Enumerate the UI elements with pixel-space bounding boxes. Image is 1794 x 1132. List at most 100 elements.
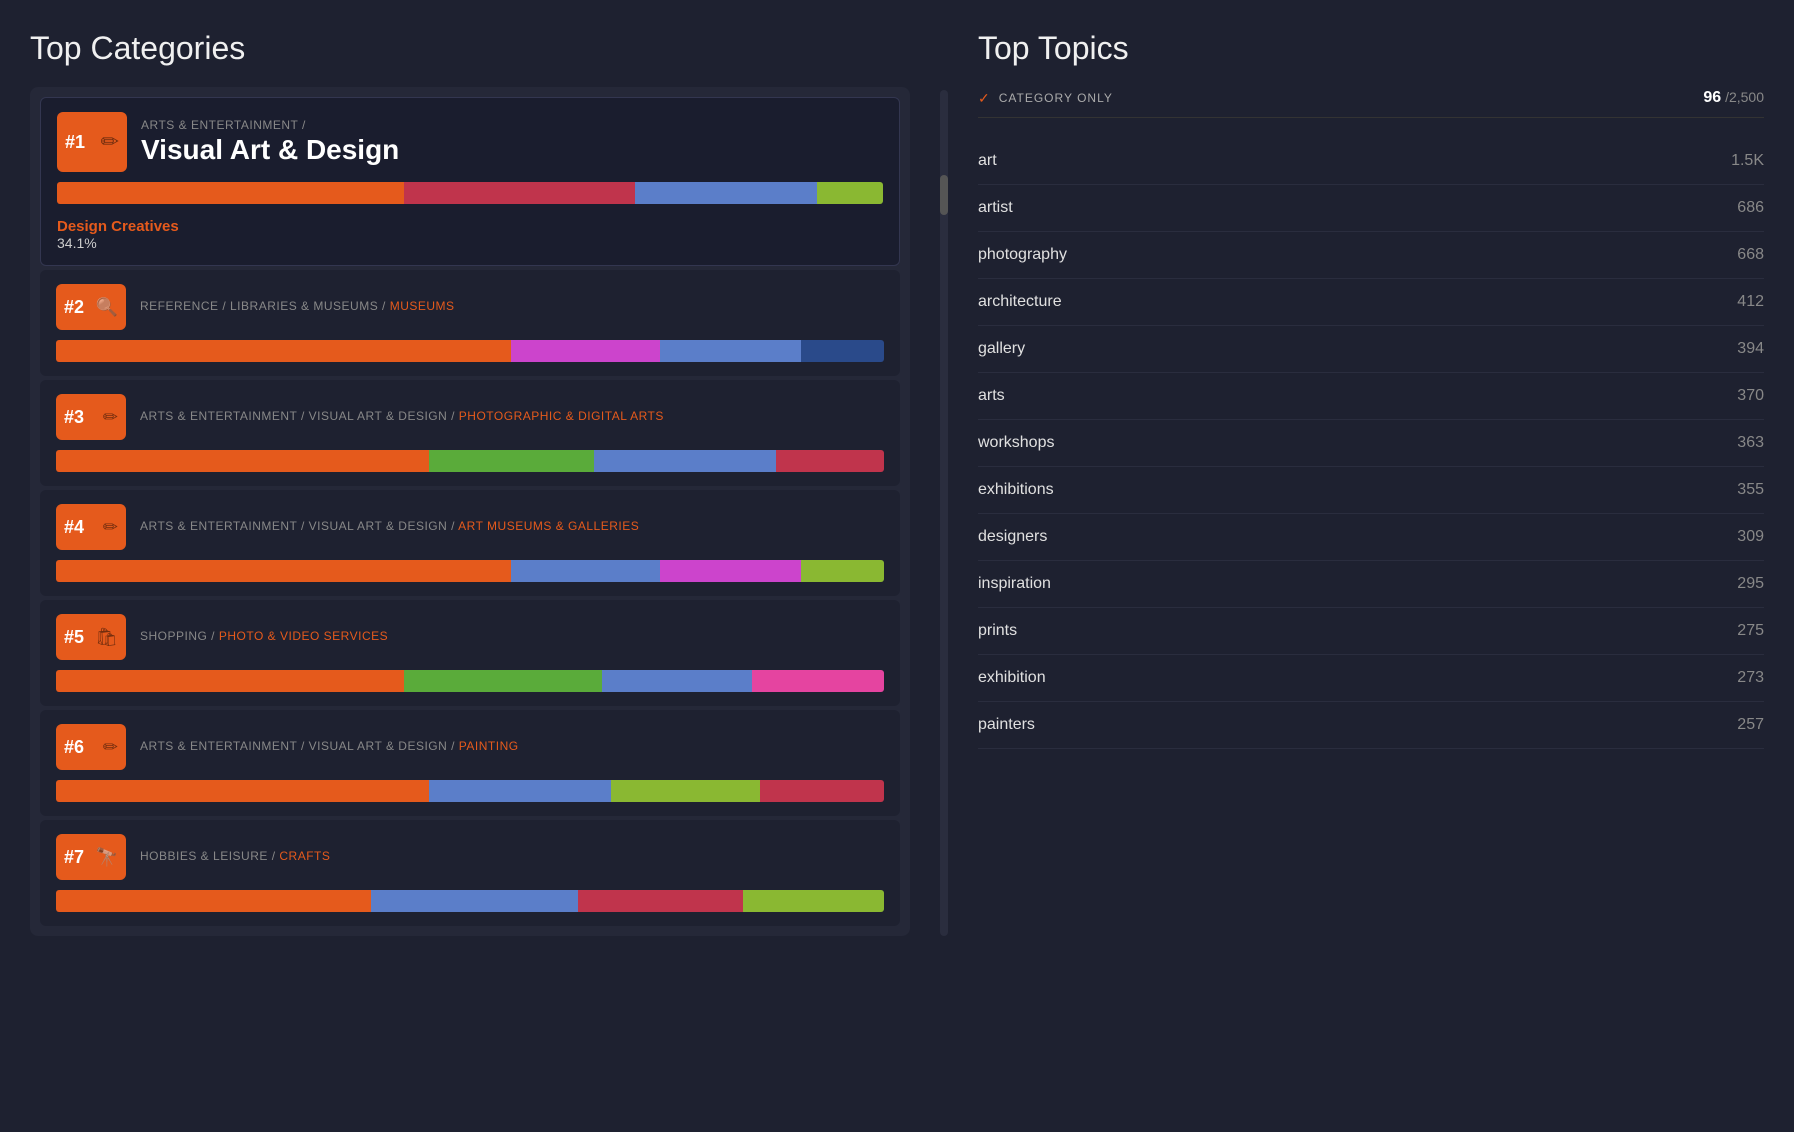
category-name: Visual Art & Design <box>141 134 883 166</box>
bar-container <box>56 780 884 802</box>
topic-count: 394 <box>1737 340 1764 358</box>
checkmark-icon: ✓ <box>978 90 991 107</box>
category-item[interactable]: #7 🔭 HOBBIES & LEISURE / Crafts <box>40 820 900 926</box>
topics-header: Top Topics ✓ CATEGORY ONLY 96 /2,500 <box>978 30 1764 118</box>
bar-segment <box>801 560 884 582</box>
left-panel: Top Categories #1 ✏ ARTS & ENTERTAINMENT… <box>30 30 910 936</box>
bar-segment <box>817 182 883 204</box>
count-display: 96 /2,500 <box>1703 89 1764 107</box>
topic-row[interactable]: designers 309 <box>978 514 1764 561</box>
topic-row[interactable]: architecture 412 <box>978 279 1764 326</box>
bar-container <box>56 670 884 692</box>
category-info: ARTS & ENTERTAINMENT / VISUAL ART & DESI… <box>140 409 884 425</box>
rank-icon: ✏ <box>103 407 118 428</box>
category-info: REFERENCE / LIBRARIES & MUSEUMS / Museum… <box>140 299 884 315</box>
bar-segment <box>611 780 760 802</box>
category-only-row[interactable]: ✓ CATEGORY ONLY 96 /2,500 <box>978 79 1764 118</box>
topic-count: 370 <box>1737 387 1764 405</box>
category-highlight: Photo & Video Services <box>219 629 388 643</box>
rank-icon: 🛍 <box>95 627 118 648</box>
rank-number: #1 <box>65 132 85 153</box>
topic-name: photography <box>978 246 1067 264</box>
segment-label: Design Creatives <box>57 218 883 235</box>
rank-number: #5 <box>64 627 84 648</box>
rank-badge: #2 🔍 <box>56 284 126 330</box>
category-highlight: Painting <box>459 739 519 753</box>
rank-badge: #7 🔭 <box>56 834 126 880</box>
category-item[interactable]: #5 🛍 SHOPPING / Photo & Video Services <box>40 600 900 706</box>
topic-row[interactable]: inspiration 295 <box>978 561 1764 608</box>
category-info: ARTS & ENTERTAINMENT / VISUAL ART & DESI… <box>140 739 884 755</box>
rank-badge: #6 ✏ <box>56 724 126 770</box>
topic-row[interactable]: exhibitions 355 <box>978 467 1764 514</box>
category-path: HOBBIES & LEISURE / Crafts <box>140 849 884 863</box>
bar-segment <box>404 182 635 204</box>
topic-row[interactable]: prints 275 <box>978 608 1764 655</box>
topic-count: 412 <box>1737 293 1764 311</box>
topic-count: 668 <box>1737 246 1764 264</box>
topic-row[interactable]: gallery 394 <box>978 326 1764 373</box>
category-item[interactable]: #6 ✏ ARTS & ENTERTAINMENT / VISUAL ART &… <box>40 710 900 816</box>
topic-name: designers <box>978 528 1047 546</box>
bar-segment <box>371 890 578 912</box>
topic-row[interactable]: painters 257 <box>978 702 1764 749</box>
category-header: #6 ✏ ARTS & ENTERTAINMENT / VISUAL ART &… <box>56 724 884 770</box>
category-item[interactable]: #3 ✏ ARTS & ENTERTAINMENT / VISUAL ART &… <box>40 380 900 486</box>
topic-name: prints <box>978 622 1017 640</box>
rank-badge: #5 🛍 <box>56 614 126 660</box>
topic-count: 309 <box>1737 528 1764 546</box>
topic-count: 355 <box>1737 481 1764 499</box>
bar-segment <box>404 670 603 692</box>
bar-segment <box>56 560 511 582</box>
bar-segment <box>660 560 801 582</box>
bar-container <box>56 450 884 472</box>
scrollbar-track[interactable] <box>940 90 948 936</box>
rank-icon: 🔍 <box>96 297 118 318</box>
category-path: ARTS & ENTERTAINMENT / VISUAL ART & DESI… <box>140 519 884 533</box>
rank-badge: #1 ✏ <box>57 112 127 172</box>
rank-icon: 🔭 <box>96 847 118 868</box>
topic-row[interactable]: artist 686 <box>978 185 1764 232</box>
topic-name: gallery <box>978 340 1025 358</box>
segment-details: Design Creatives 34.1% <box>57 218 883 251</box>
category-header: #7 🔭 HOBBIES & LEISURE / Crafts <box>56 834 884 880</box>
topics-list: art 1.5K artist 686 photography 668 arch… <box>978 138 1764 749</box>
bar-segment <box>801 340 884 362</box>
right-panel-title: Top Topics <box>978 30 1764 67</box>
bar-segment <box>760 780 884 802</box>
topic-name: workshops <box>978 434 1054 452</box>
category-header: #4 ✏ ARTS & ENTERTAINMENT / VISUAL ART &… <box>56 504 884 550</box>
category-highlight: Photographic & Digital Arts <box>459 409 664 423</box>
category-header: #1 ✏ ARTS & ENTERTAINMENT / Visual Art &… <box>57 112 883 172</box>
left-panel-title: Top Categories <box>30 30 910 67</box>
scrollbar-thumb[interactable] <box>940 175 948 215</box>
topic-row[interactable]: photography 668 <box>978 232 1764 279</box>
topic-name: arts <box>978 387 1005 405</box>
bar-segment <box>635 182 817 204</box>
category-highlight: Crafts <box>279 849 330 863</box>
category-item[interactable]: #4 ✏ ARTS & ENTERTAINMENT / VISUAL ART &… <box>40 490 900 596</box>
topic-count: 363 <box>1737 434 1764 452</box>
category-info: ARTS & ENTERTAINMENT / VISUAL ART & DESI… <box>140 519 884 535</box>
bar-segment <box>429 450 595 472</box>
category-item[interactable]: #1 ✏ ARTS & ENTERTAINMENT / Visual Art &… <box>40 97 900 266</box>
rank-icon: ✏ <box>103 517 118 538</box>
topic-row[interactable]: workshops 363 <box>978 420 1764 467</box>
bar-segment <box>56 890 371 912</box>
category-header: #2 🔍 REFERENCE / LIBRARIES & MUSEUMS / M… <box>56 284 884 330</box>
bar-segment <box>56 670 404 692</box>
topic-name: painters <box>978 716 1035 734</box>
topic-row[interactable]: art 1.5K <box>978 138 1764 185</box>
category-path: REFERENCE / LIBRARIES & MUSEUMS / Museum… <box>140 299 884 313</box>
topic-count: 273 <box>1737 669 1764 687</box>
bar-segment <box>56 340 511 362</box>
topic-row[interactable]: exhibition 273 <box>978 655 1764 702</box>
scrollbar-area[interactable] <box>940 30 948 936</box>
bar-segment <box>56 450 429 472</box>
category-highlight: Art Museums & Galleries <box>458 519 639 533</box>
category-item[interactable]: #2 🔍 REFERENCE / LIBRARIES & MUSEUMS / M… <box>40 270 900 376</box>
topic-name: art <box>978 152 997 170</box>
categories-list: #1 ✏ ARTS & ENTERTAINMENT / Visual Art &… <box>30 87 910 936</box>
rank-icon: ✏ <box>101 129 119 155</box>
topic-row[interactable]: arts 370 <box>978 373 1764 420</box>
